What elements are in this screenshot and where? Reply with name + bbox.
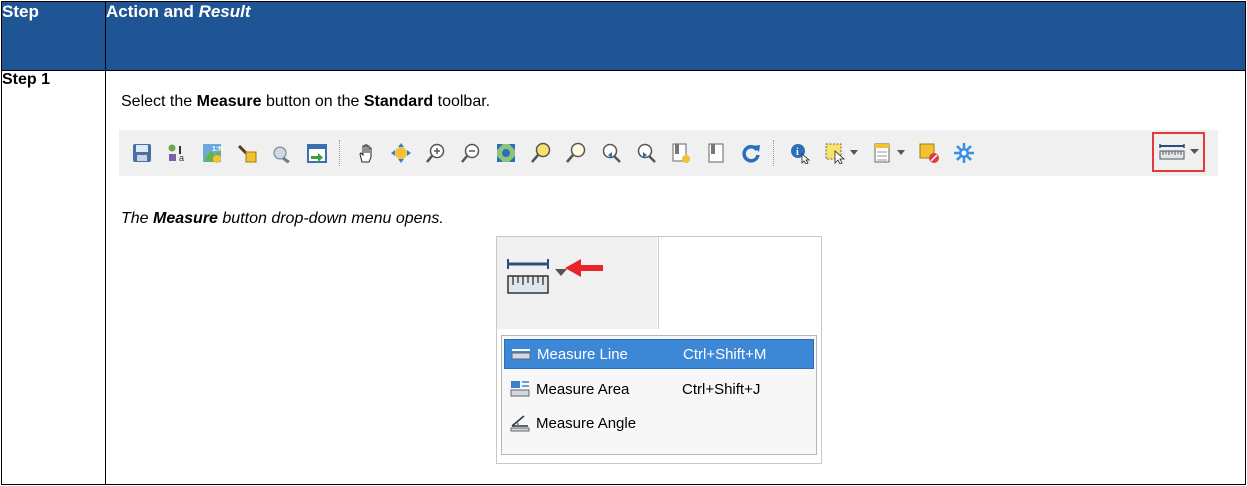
measure-line-icon	[511, 344, 531, 364]
result-measure: Measure	[153, 210, 218, 227]
instruction-standard: Standard	[363, 93, 434, 110]
style-manager-icon[interactable]: a	[165, 141, 189, 165]
instruction-pre: Select the	[121, 93, 197, 110]
new-map-icon[interactable]: 1:N	[200, 141, 224, 165]
zoom-out-icon[interactable]	[459, 141, 483, 165]
divider	[658, 237, 659, 329]
pan-map-icon[interactable]	[389, 141, 413, 165]
instruction-table: Step Action and Result Step 1 Select the…	[1, 1, 1246, 485]
toolbar-separator	[773, 140, 777, 166]
measure-dropdown-screenshot: Measure Line Ctrl+Shift+M Measure Area C…	[496, 236, 822, 464]
result-text: The Measure button drop-down menu opens.	[121, 210, 444, 228]
measure-dropdown-menu: Measure Line Ctrl+Shift+M Measure Area C…	[501, 335, 817, 455]
pan-icon[interactable]	[354, 141, 378, 165]
open-attribute-table-icon[interactable]	[870, 141, 894, 165]
header-result-text: Result	[198, 2, 251, 21]
instruction-post: toolbar.	[433, 93, 491, 110]
zoom-to-selection-icon[interactable]	[529, 141, 553, 165]
menu-item-label: Measure Line	[537, 345, 628, 363]
measure-angle-icon	[510, 413, 530, 433]
result-pre: The	[121, 210, 154, 227]
step-cell: Step 1	[1, 70, 106, 485]
toolbar-separator	[339, 140, 343, 166]
red-arrow-icon	[565, 259, 603, 277]
menu-item-shortcut: Ctrl+Shift+M	[683, 345, 767, 363]
menu-item-measure-area[interactable]: Measure Area Ctrl+Shift+J	[504, 374, 814, 404]
svg-text:1:N: 1:N	[212, 146, 223, 153]
svg-text:a: a	[179, 153, 184, 163]
zoom-to-layer-icon[interactable]	[564, 141, 588, 165]
result-post: button drop-down menu opens.	[217, 210, 444, 227]
standard-toolbar: a 1:N i	[119, 130, 1218, 176]
attribute-dropdown-arrow-icon[interactable]	[896, 141, 906, 165]
zoom-last-icon[interactable]	[599, 141, 623, 165]
header-action-text: Action and	[106, 2, 199, 21]
zoom-next-icon[interactable]	[634, 141, 658, 165]
measure-button-highlight[interactable]	[1152, 132, 1205, 172]
header-step: Step	[1, 1, 106, 71]
instruction-measure: Measure	[196, 93, 262, 110]
zoom-full-icon[interactable]	[494, 141, 518, 165]
measure-button-enlarged[interactable]	[497, 237, 657, 329]
new-bookmark-icon[interactable]	[669, 141, 693, 165]
identify-features-icon[interactable]: i	[788, 141, 812, 165]
pan-to-selection-icon[interactable]	[235, 141, 259, 165]
save-icon[interactable]	[130, 141, 154, 165]
save-as-image-icon[interactable]	[305, 141, 329, 165]
select-dropdown-arrow-icon[interactable]	[849, 141, 859, 165]
measure-dropdown-arrow-icon	[1190, 149, 1199, 154]
refresh-icon[interactable]	[739, 141, 763, 165]
header-step-text: Step	[2, 2, 39, 21]
menu-item-measure-line[interactable]: Measure Line Ctrl+Shift+M	[504, 339, 814, 369]
menu-item-label: Measure Angle	[536, 414, 637, 432]
header-action: Action and Result	[105, 1, 1246, 71]
menu-item-label: Measure Area	[536, 380, 630, 398]
measure-area-icon	[510, 379, 530, 399]
menu-item-measure-angle[interactable]: Measure Angle	[504, 408, 814, 438]
statistics-icon[interactable]	[952, 141, 976, 165]
action-cell: Select the Measure button on the Standar…	[105, 70, 1246, 485]
step-label: Step 1	[2, 71, 51, 88]
deselect-features-icon[interactable]	[917, 141, 941, 165]
instruction-mid: button on the	[261, 93, 364, 110]
measure-icon	[1159, 144, 1185, 160]
identify-map-icon[interactable]	[270, 141, 294, 165]
instruction-text: Select the Measure button on the Standar…	[121, 93, 490, 111]
menu-item-shortcut: Ctrl+Shift+J	[682, 380, 761, 398]
zoom-in-icon[interactable]	[424, 141, 448, 165]
select-features-icon[interactable]	[823, 141, 847, 165]
measure-ruler-icon	[507, 259, 603, 294]
svg-text:i: i	[796, 147, 799, 158]
show-bookmarks-icon[interactable]	[704, 141, 728, 165]
